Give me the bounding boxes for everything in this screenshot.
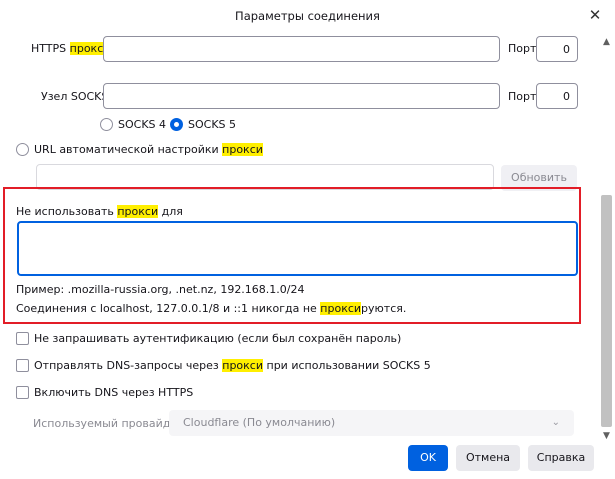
scrollbar-thumb[interactable] [601,195,612,427]
dialog-title: Параметры соединения [235,9,380,23]
socks-dns-checkbox[interactable] [16,359,29,372]
provider-select[interactable]: Cloudflare (По умолчанию) ⌄ [169,410,574,436]
scroll-up-icon[interactable]: ▲ [600,36,613,48]
ok-button[interactable]: OK [408,445,448,471]
chevron-down-icon: ⌄ [551,417,560,428]
no-auth-checkbox[interactable] [16,332,29,345]
socks-port-label: Порт [508,90,537,103]
socks-host-input[interactable] [103,83,500,109]
socks-port-input[interactable]: 0 [536,83,578,109]
https-port-input[interactable]: 0 [536,36,578,62]
no-proxy-textarea[interactable] [17,221,578,276]
scroll-down-icon[interactable]: ▼ [600,430,613,442]
localhost-note: Соединения с localhost, 127.0.0.1/8 и ::… [16,302,407,315]
socks4-radio[interactable] [100,118,113,131]
https-proxy-input[interactable] [103,36,500,62]
provider-label: Используемый провайдер [33,417,185,430]
https-port-label: Порт [508,42,537,55]
no-proxy-label: Не использовать прокси для [16,205,183,218]
no-proxy-example: Пример: .mozilla-russia.org, .net.nz, 19… [16,283,305,296]
https-proxy-label: HTTPS прокси [31,42,111,55]
socks-host-label: Узел SOCKS [41,90,109,103]
socks5-label: SOCKS 5 [188,118,237,131]
no-auth-label: Не запрашивать аутентификацию (если был … [34,332,402,345]
doh-checkbox[interactable] [16,386,29,399]
socks4-label: SOCKS 4 [118,118,167,131]
socks5-radio[interactable] [170,118,183,131]
close-icon[interactable]: ✕ [585,4,605,26]
cancel-button[interactable]: Отмена [456,445,520,471]
socks-dns-label: Отправлять DNS-запросы через прокси при … [34,359,431,372]
title-bar: Параметры соединения ✕ [0,0,615,32]
autoconf-radio[interactable] [16,143,29,156]
help-button[interactable]: Справка [528,445,594,471]
autoconf-label: URL автоматической настройки прокси [34,143,263,156]
doh-label: Включить DNS через HTTPS [34,386,194,399]
provider-value: Cloudflare (По умолчанию) [183,416,336,429]
